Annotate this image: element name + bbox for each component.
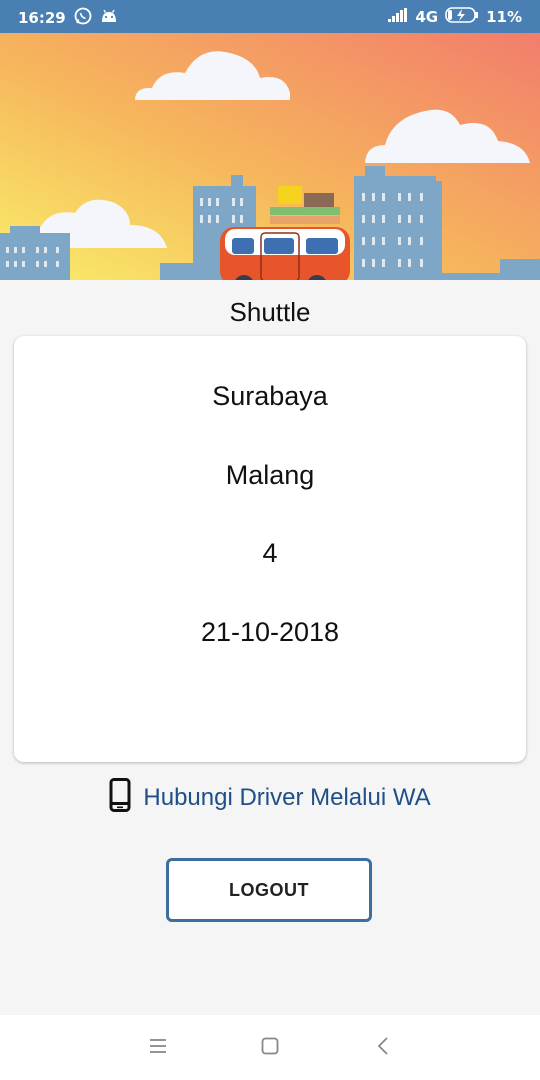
battery-level: 11% — [486, 8, 522, 26]
contact-driver-link[interactable]: Hubungi Driver Melalui WA — [0, 778, 540, 817]
trip-destination: Malang — [225, 460, 315, 490]
android-icon — [100, 9, 118, 27]
phone-icon — [109, 778, 131, 817]
trip-details-card: Surabaya Malang 4 21-10-2018 — [14, 336, 526, 762]
status-bar: 16:29 4G 11% — [0, 0, 540, 33]
trip-origin: Surabaya — [212, 381, 328, 411]
trip-passengers: 4 — [262, 538, 278, 568]
navigation-bar — [0, 1015, 540, 1080]
status-time: 16:29 — [18, 9, 66, 27]
battery-charging-icon — [445, 7, 479, 27]
logout-label: LOGOUT — [229, 879, 309, 900]
logout-button[interactable]: LOGOUT — [166, 858, 372, 922]
signal-icon — [388, 8, 408, 26]
back-icon[interactable] — [376, 1037, 390, 1060]
contact-driver-label: Hubungi Driver Melalui WA — [143, 783, 431, 811]
whatsapp-icon — [74, 7, 92, 29]
home-icon[interactable] — [261, 1037, 279, 1060]
menu-icon[interactable] — [149, 1037, 167, 1060]
app-title: Shuttle — [229, 297, 311, 327]
hero-illustration — [0, 33, 540, 280]
network-type: 4G — [415, 8, 439, 26]
trip-date: 21-10-2018 — [200, 617, 340, 647]
